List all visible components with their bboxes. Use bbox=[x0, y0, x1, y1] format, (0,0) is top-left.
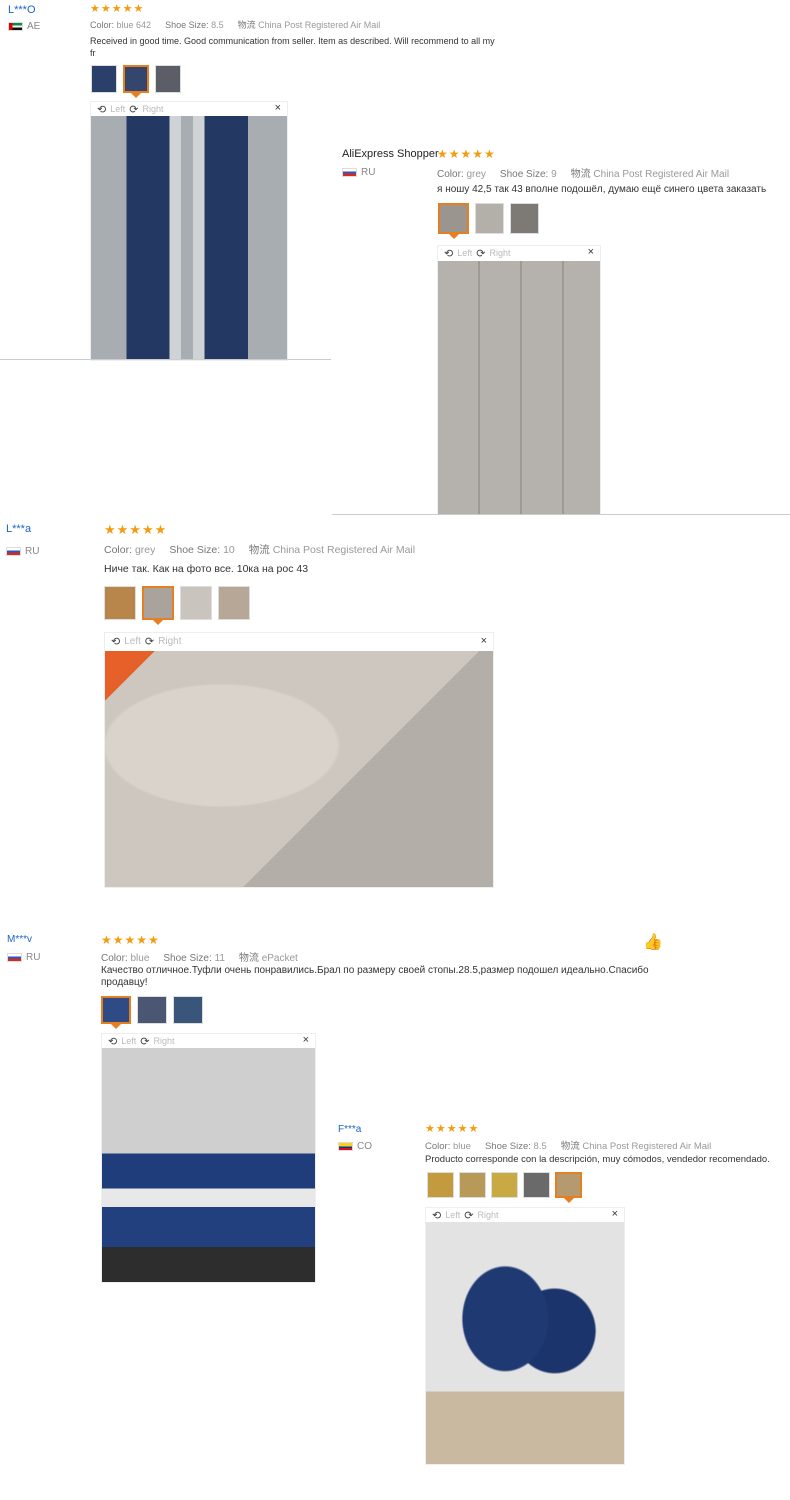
thumbs-up-icon[interactable]: 👍 bbox=[643, 932, 663, 952]
rotate-right-label[interactable]: Right bbox=[153, 1036, 174, 1046]
photo-thumbnail[interactable] bbox=[491, 1172, 518, 1198]
photo-thumbnail[interactable] bbox=[427, 1172, 454, 1198]
rotate-right-icon[interactable]: ⟳ bbox=[140, 1035, 149, 1048]
review-photo bbox=[438, 261, 600, 514]
flag-icon bbox=[338, 1142, 353, 1151]
reviewer-country: RU bbox=[7, 952, 40, 963]
rotate-right-icon[interactable]: ⟳ bbox=[129, 103, 138, 116]
rotate-left-icon[interactable]: ⟲ bbox=[111, 635, 120, 648]
star-rating: ★★★★★ bbox=[104, 522, 168, 537]
photo-thumbnail[interactable] bbox=[155, 65, 181, 93]
photo-thumbnails bbox=[91, 65, 181, 98]
photo-thumbnail[interactable] bbox=[555, 1172, 582, 1203]
divider bbox=[332, 514, 790, 515]
photo-thumbnail[interactable] bbox=[101, 996, 131, 1029]
rotate-right-icon[interactable]: ⟳ bbox=[464, 1209, 473, 1222]
review-meta: Color: blue 642 Shoe Size: 8.5 物流 China Po… bbox=[90, 20, 381, 30]
photo-thumbnail[interactable] bbox=[137, 996, 167, 1024]
photo-thumbnail[interactable] bbox=[91, 65, 117, 93]
photo-viewer: ⟲ Left ⟳ Right × bbox=[90, 101, 288, 361]
photo-thumbnail[interactable] bbox=[459, 1172, 486, 1198]
reviewer-name[interactable]: AliExpress Shopper bbox=[342, 148, 439, 160]
photo-viewer: ⟲ Left ⟳ Right × bbox=[101, 1033, 316, 1283]
photo-thumbnail[interactable] bbox=[218, 586, 250, 620]
photo-viewer: ⟲ Left ⟳ Right × bbox=[104, 632, 494, 888]
review-photo bbox=[102, 1048, 315, 1282]
reviewer-country: CO bbox=[338, 1141, 372, 1152]
review-text: Ниче так. Как на фото все. 10ка на рос 4… bbox=[104, 563, 309, 575]
rotate-left-icon[interactable]: ⟲ bbox=[97, 103, 106, 116]
photo-thumbnail[interactable] bbox=[523, 1172, 550, 1198]
reviewer-country: AE bbox=[8, 21, 40, 32]
reviewer-name[interactable]: M***v bbox=[7, 934, 32, 945]
rotate-left-label[interactable]: Left bbox=[121, 1036, 136, 1046]
review-photo bbox=[426, 1222, 624, 1464]
photo-thumbnail[interactable] bbox=[104, 586, 136, 620]
rotate-left-label[interactable]: Left bbox=[457, 248, 472, 258]
viewer-toolbar: ⟲ Left ⟳ Right × bbox=[438, 246, 600, 260]
rotate-right-label[interactable]: Right bbox=[477, 1210, 498, 1220]
rotate-right-icon[interactable]: ⟳ bbox=[476, 247, 485, 260]
rotate-left-label[interactable]: Left bbox=[124, 636, 141, 647]
photo-thumbnail[interactable] bbox=[475, 203, 504, 234]
review-text: Producto corresponde con la descripción,… bbox=[425, 1154, 770, 1165]
close-icon[interactable]: × bbox=[303, 1034, 309, 1046]
photo-viewer: ⟲ Left ⟳ Right × bbox=[425, 1207, 625, 1465]
photo-thumbnail[interactable] bbox=[173, 996, 203, 1024]
photo-thumbnail[interactable] bbox=[438, 203, 469, 239]
photo-thumbnail[interactable] bbox=[123, 65, 149, 98]
rotate-left-icon[interactable]: ⟲ bbox=[108, 1035, 117, 1048]
star-rating: ★★★★★ bbox=[101, 933, 160, 947]
close-icon[interactable]: × bbox=[275, 102, 281, 114]
rotate-left-icon[interactable]: ⟲ bbox=[444, 247, 453, 260]
review-meta: Color: grey Shoe Size: 9 物流 China Post Reg… bbox=[437, 169, 730, 180]
photo-thumbnails bbox=[101, 996, 203, 1029]
star-rating: ★★★★★ bbox=[90, 3, 145, 15]
rotate-left-label[interactable]: Left bbox=[110, 104, 125, 114]
review-photo bbox=[91, 116, 287, 360]
viewer-toolbar: ⟲ Left ⟳ Right × bbox=[105, 633, 493, 650]
star-rating: ★★★★★ bbox=[437, 147, 496, 161]
rotate-right-icon[interactable]: ⟳ bbox=[145, 635, 154, 648]
flag-icon bbox=[8, 22, 23, 31]
reviewer-name[interactable]: L***a bbox=[6, 523, 31, 535]
star-rating: ★★★★★ bbox=[425, 1123, 480, 1135]
divider bbox=[0, 359, 331, 360]
flag-icon bbox=[6, 547, 21, 556]
viewer-toolbar: ⟲ Left ⟳ Right × bbox=[426, 1208, 624, 1222]
review-text: Качество отличное.Туфли очень понравилис… bbox=[101, 965, 649, 988]
viewer-toolbar: ⟲ Left ⟳ Right × bbox=[102, 1034, 315, 1048]
reviewer-country: RU bbox=[6, 546, 39, 557]
review-photo bbox=[105, 651, 493, 887]
viewer-toolbar: ⟲ Left ⟳ Right × bbox=[91, 102, 287, 116]
photo-thumbnails bbox=[104, 586, 250, 625]
review-text: я ношу 42,5 так 43 вполне подошёл, думаю… bbox=[437, 184, 767, 195]
review-meta: Color: blue Shoe Size: 11 物流 ePacket bbox=[101, 953, 298, 964]
photo-thumbnails bbox=[438, 203, 539, 239]
close-icon[interactable]: × bbox=[588, 246, 594, 258]
photo-thumbnails bbox=[427, 1172, 582, 1203]
reviewer-name[interactable]: L***O bbox=[8, 4, 36, 16]
rotate-left-label[interactable]: Left bbox=[445, 1210, 460, 1220]
review-meta: Color: grey Shoe Size: 10 物流 China Post Re… bbox=[104, 544, 416, 556]
rotate-left-icon[interactable]: ⟲ bbox=[432, 1209, 441, 1222]
rotate-right-label[interactable]: Right bbox=[489, 248, 510, 258]
close-icon[interactable]: × bbox=[481, 635, 487, 647]
close-icon[interactable]: × bbox=[612, 1208, 618, 1220]
rotate-right-label[interactable]: Right bbox=[158, 636, 181, 647]
reviewer-name[interactable]: F***a bbox=[338, 1124, 361, 1135]
photo-thumbnail[interactable] bbox=[510, 203, 539, 234]
flag-icon bbox=[342, 168, 357, 177]
photo-viewer: ⟲ Left ⟳ Right × bbox=[437, 245, 601, 515]
review-meta: Color: blue Shoe Size: 8.5 物流 China Post R… bbox=[425, 1141, 712, 1152]
photo-thumbnail[interactable] bbox=[180, 586, 212, 620]
photo-thumbnail[interactable] bbox=[142, 586, 174, 625]
reviewer-country: RU bbox=[342, 167, 375, 178]
flag-icon bbox=[7, 953, 22, 962]
review-text: Received in good time. Good communicatio… bbox=[90, 36, 495, 58]
rotate-right-label[interactable]: Right bbox=[142, 104, 163, 114]
